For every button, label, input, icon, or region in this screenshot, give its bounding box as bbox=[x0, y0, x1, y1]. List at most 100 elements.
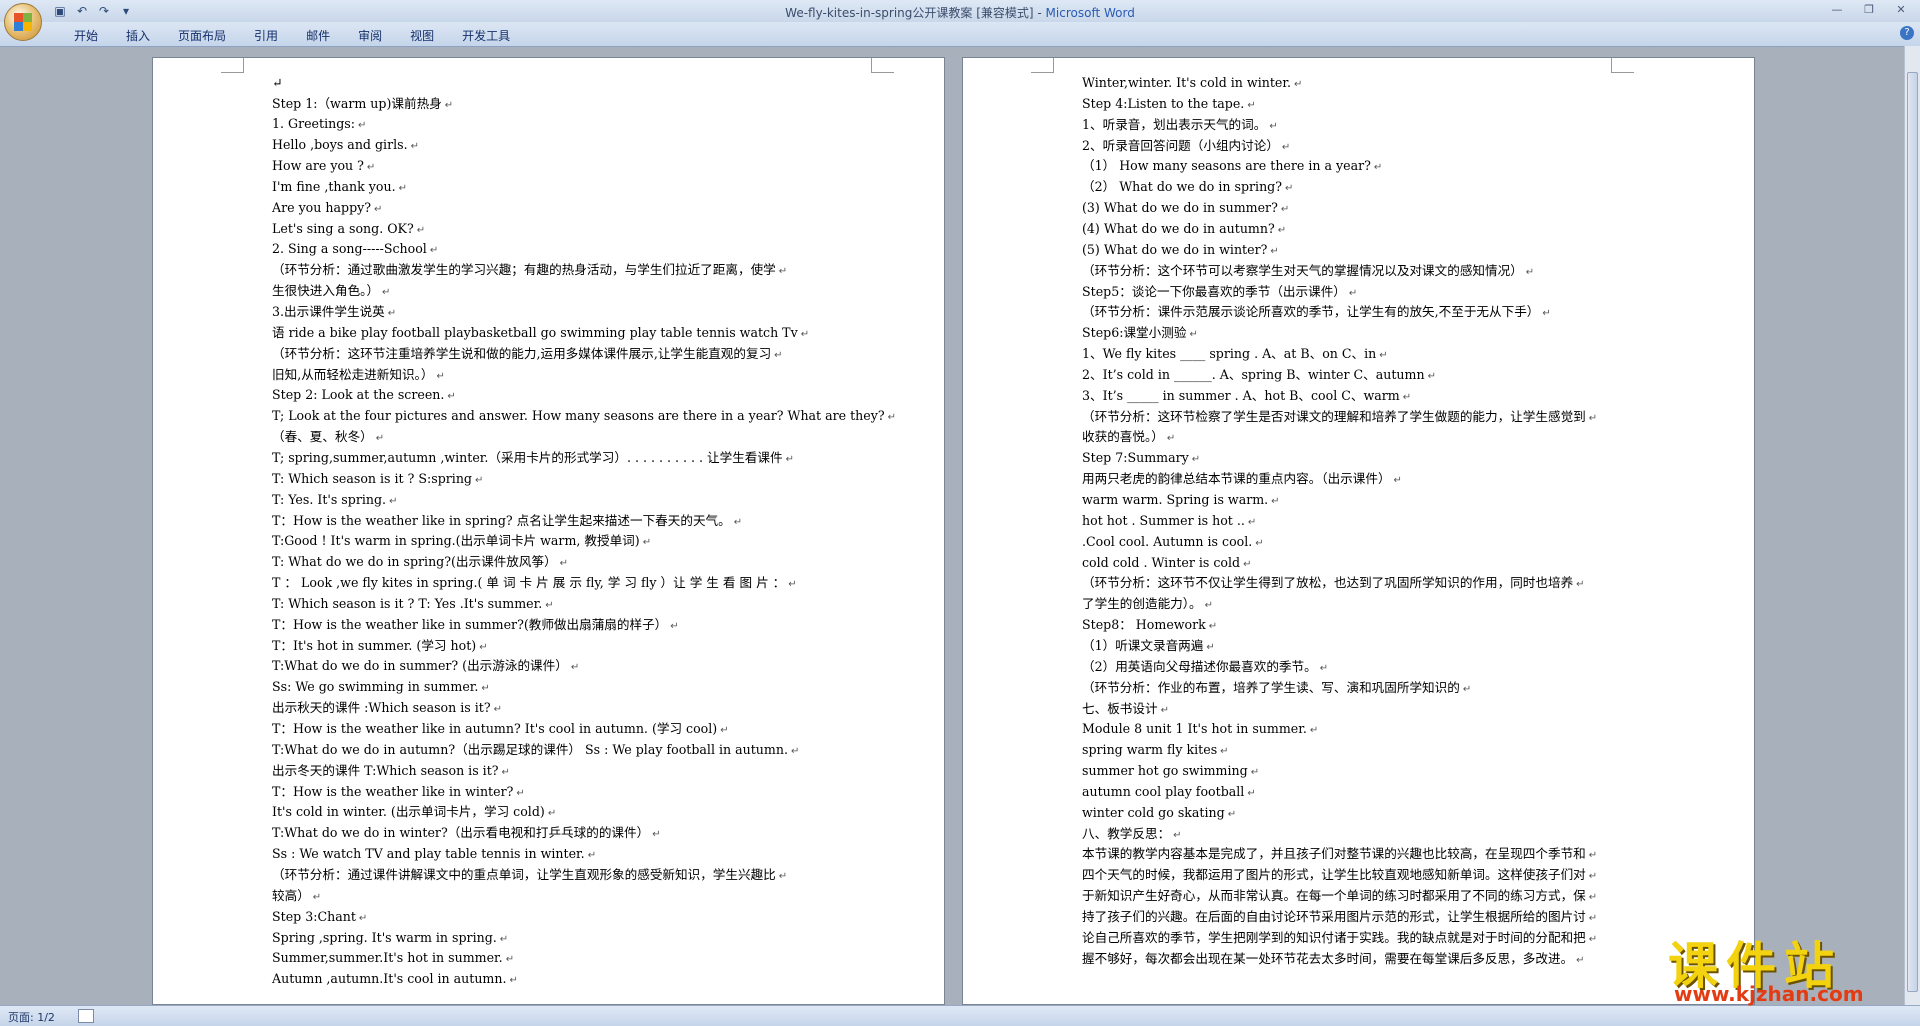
watermark-url: www.kjzhan.com bbox=[1674, 982, 1864, 1006]
text-line-content: Step 3:Chant bbox=[272, 908, 356, 924]
text-line: 1、听录音，划出表示天气的词。 ↵ bbox=[1082, 115, 1278, 137]
text-line-content: 较高） bbox=[272, 887, 310, 903]
text-line: （环节分析：通过歌曲激发学生的学习兴趣；有趣的热身活动，与学生们拉近了距离，使学… bbox=[272, 260, 787, 282]
paragraph-mark: ↵ bbox=[1588, 913, 1598, 924]
paragraph-mark: ↵ bbox=[505, 954, 515, 966]
text-line: 语 ride a bike play football playbasketba… bbox=[272, 323, 809, 345]
tab-page-layout[interactable]: 页面布局 bbox=[164, 27, 240, 44]
paragraph-mark: ↵ bbox=[1243, 558, 1252, 570]
text-line: cold cold . Winter is cold ↵ bbox=[1082, 553, 1251, 575]
scrollbar-thumb[interactable] bbox=[1907, 72, 1918, 992]
text-line: winter cold go skating ↵ bbox=[1082, 803, 1236, 825]
paragraph-mark: ↵ bbox=[670, 620, 679, 632]
text-line-content: Step8： Homework bbox=[1082, 617, 1206, 633]
tab-references[interactable]: 引用 bbox=[240, 27, 292, 44]
text-line-content: Step 2: Look at the screen. bbox=[272, 387, 445, 403]
paragraph-mark: ↵ bbox=[416, 224, 426, 236]
text-line-content: autumn cool play football bbox=[1082, 783, 1245, 799]
text-line-content: Winter,winter. It's cold in winter. bbox=[1082, 75, 1291, 90]
paragraph-mark: ↵ bbox=[785, 453, 794, 465]
paragraph-mark: ↵ bbox=[778, 266, 788, 278]
text-line-content: （2）用英语向父母描述你最喜欢的季节。 bbox=[1082, 658, 1317, 674]
text-line-content: T：It's hot in summer. (学习 hot) bbox=[272, 637, 477, 653]
paragraph-mark: ↵ bbox=[1319, 662, 1329, 674]
text-line: Step 3:Chant ↵ bbox=[272, 907, 367, 929]
text-line: T：How is the weather like in winter? ↵ bbox=[272, 782, 525, 804]
minimize-icon[interactable]: — bbox=[1824, 2, 1850, 18]
document-page-1[interactable]: ↵ Step 1:（warm up)课前热身 ↵ 1. Greetings: ↵ He… bbox=[152, 57, 945, 1005]
tab-developer[interactable]: 开发工具 bbox=[448, 27, 524, 44]
text-line: Step 2: Look at the screen. ↵ bbox=[272, 385, 456, 407]
text-line-content: 握不够好，每次都会出现在某一处环节花去太多时间，需要在每堂课后多反思，多改进。 bbox=[1082, 950, 1574, 966]
paragraph-mark: ↵ bbox=[642, 537, 652, 549]
text-line: (4) What do we do in autumn? ↵ bbox=[1082, 219, 1286, 241]
text-line: 论自己所喜欢的季节，学生把刚学到的知识付诸于实践。我的缺点就是对于时间的分配和把… bbox=[1082, 928, 1597, 950]
paragraph-mark: ↵ bbox=[1277, 224, 1287, 236]
paragraph-mark: ↵ bbox=[1208, 621, 1218, 633]
paragraph-mark: ↵ bbox=[410, 141, 419, 153]
restore-icon[interactable]: ❐ bbox=[1856, 2, 1882, 18]
tab-home[interactable]: 开始 bbox=[60, 27, 112, 44]
text-line-content: I'm fine ,thank you. bbox=[272, 178, 396, 194]
paragraph-mark: ↵ bbox=[1189, 329, 1198, 341]
tab-insert[interactable]: 插入 bbox=[112, 27, 164, 44]
paragraph-mark: ↵ bbox=[1427, 370, 1436, 382]
text-line-content: 收获的喜悦。） bbox=[1082, 429, 1164, 445]
tab-review[interactable]: 审阅 bbox=[344, 27, 396, 44]
text-line-content: 1、听录音，划出表示天气的词。 bbox=[1082, 116, 1267, 132]
text-line-content: T: Which season is it ? S:spring bbox=[272, 470, 472, 486]
crop-mark bbox=[871, 58, 894, 73]
document-page-2[interactable]: Winter,winter. It's cold in winter. ↵ Ste… bbox=[962, 57, 1755, 1005]
text-line-content: T:What do we do in winter?（出示看电视和打乒乓球的的课… bbox=[272, 825, 650, 841]
text-line: （环节分析：作业的布置，培养了学生读、写、演和巩固所学知识的 ↵ bbox=[1082, 678, 1471, 700]
text-line: T: What do we do in spring?(出示课件放风筝） ↵ bbox=[272, 552, 568, 574]
paragraph-mark: ↵ bbox=[788, 579, 797, 591]
paragraph-mark: ↵ bbox=[790, 745, 800, 757]
text-line-content: 八、教学反思： bbox=[1082, 825, 1171, 841]
text-line-content: （2） What do we do in spring? bbox=[1082, 179, 1282, 195]
paragraph-mark: ↵ bbox=[1280, 204, 1290, 216]
tab-mailings[interactable]: 邮件 bbox=[292, 27, 344, 44]
text-line-content: 本节课的教学内容基本是完成了，并且孩子们对整节课的兴趣也比较高，在呈现四个季节和 bbox=[1082, 846, 1586, 862]
text-line: 3、It’s _____ in summer . A、hot B、cool C、… bbox=[1082, 386, 1411, 408]
paragraph-mark: ↵ bbox=[389, 495, 398, 507]
paragraph-mark: ↵ bbox=[1250, 767, 1260, 779]
paragraph-mark: ↵ bbox=[1227, 808, 1237, 820]
text-line: How are you ? ↵ bbox=[272, 156, 375, 178]
page-count[interactable]: 页面: 1/2 bbox=[8, 1009, 55, 1025]
paragraph-mark: ↵ bbox=[1204, 600, 1214, 612]
text-line-content: （1） How many seasons are there in a year… bbox=[1082, 158, 1371, 174]
text-line-content: Ss : We watch TV and play table tennis i… bbox=[272, 846, 585, 862]
text-line: T：How is the weather like in autumn? It'… bbox=[272, 719, 729, 741]
text-line-content: spring warm fly kites bbox=[1082, 742, 1218, 758]
window-controls: — ❐ ✕ bbox=[1824, 2, 1914, 18]
text-line: T: Yes. It's spring. ↵ bbox=[272, 490, 397, 512]
help-icon[interactable]: ? bbox=[1900, 26, 1914, 40]
paragraph-mark: ↵ bbox=[1294, 79, 1303, 90]
paragraph-mark: ↵ bbox=[1576, 579, 1585, 591]
text-line: （1） How many seasons are there in a year… bbox=[1082, 156, 1382, 178]
text-line: Step5：谈论一下你最喜欢的季节（出示课件） ↵ bbox=[1082, 282, 1357, 304]
text-line: 2、听录音回答问题（小组内讨论） ↵ bbox=[1082, 136, 1290, 158]
paragraph-mark: ↵ bbox=[1402, 391, 1412, 403]
paragraph-mark: ↵ bbox=[800, 328, 810, 340]
close-icon[interactable]: ✕ bbox=[1888, 2, 1914, 18]
text-line: T：It's hot in summer. (学习 hot) ↵ bbox=[272, 636, 488, 658]
text-line-content: T:Good ! It's warm in spring.(出示单词卡片 war… bbox=[272, 533, 640, 549]
text-line: summer hot go swimming ↵ bbox=[1082, 761, 1259, 783]
ribbon-tabs: 开始 插入 页面布局 引用 邮件 审阅 视图 开发工具 bbox=[60, 27, 524, 44]
text-line: It's cold in winter. (出示单词卡片，学习 cold) ↵ bbox=[272, 802, 556, 824]
vertical-scrollbar[interactable] bbox=[1904, 46, 1920, 1005]
proofing-icon[interactable] bbox=[78, 1009, 94, 1023]
text-line-content: T：How is the weather like in autumn? It'… bbox=[272, 721, 718, 736]
text-line-content: It's cold in winter. (出示单词卡片，学习 cold) bbox=[272, 804, 545, 820]
text-line-content: Step6:课堂小测验 bbox=[1082, 325, 1187, 341]
paragraph-mark: ↵ bbox=[499, 933, 509, 945]
text-line: 2. Sing a song-----School ↵ bbox=[272, 239, 438, 261]
office-button[interactable] bbox=[4, 3, 42, 41]
window-title: We-fly-kites-in-spring公开课教案 [兼容模式] - Mic… bbox=[0, 4, 1920, 21]
tab-view[interactable]: 视图 bbox=[396, 27, 448, 44]
text-line-content: 出示秋天的课件 :Which season is it? bbox=[272, 700, 491, 716]
text-line: Step6:课堂小测验 ↵ bbox=[1082, 323, 1198, 345]
paragraph-mark: ↵ bbox=[559, 558, 569, 570]
